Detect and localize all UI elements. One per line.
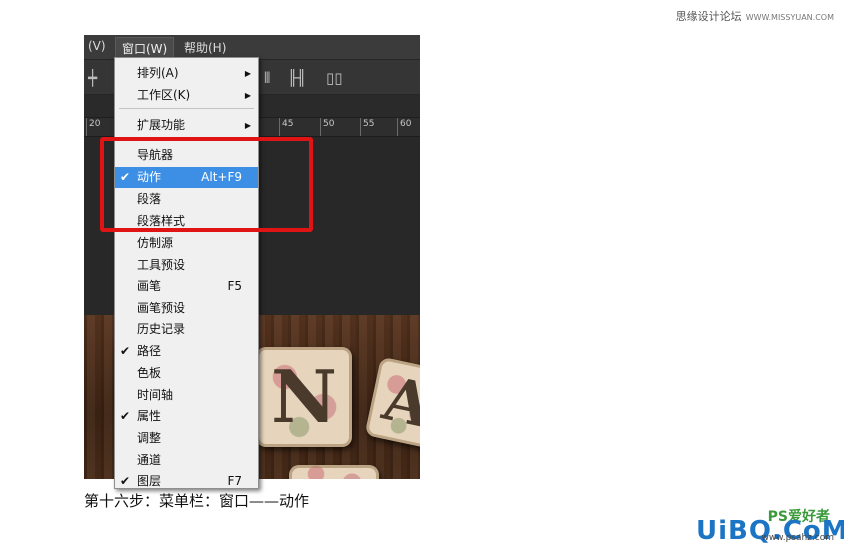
watermark-site-name: 思缘设计论坛: [675, 10, 742, 23]
check-icon: ✔: [120, 409, 131, 423]
shortcut-label: F7: [227, 474, 242, 488]
menu-item-adjustments[interactable]: 调整: [115, 428, 258, 449]
submenu-arrow-icon: ▶: [244, 121, 251, 130]
watermark-site-url: www.psahz.com: [761, 533, 834, 543]
menu-help[interactable]: 帮助(H): [184, 39, 226, 56]
ruler-tick: 55: [360, 118, 374, 136]
watermark-url: WWW.MISSYUAN.COM: [745, 13, 834, 22]
letter-tile-a: A: [364, 356, 420, 450]
menu-item-tool-presets[interactable]: 工具预设: [115, 255, 258, 276]
menu-item-history[interactable]: 历史记录: [115, 319, 258, 340]
menu-item-workspace[interactable]: 工作区(K) ▶: [115, 85, 258, 106]
ruler-tick: 50: [320, 118, 334, 136]
menu-view[interactable]: (V): [88, 39, 106, 53]
align-center-icon[interactable]: ┿: [88, 69, 97, 87]
menu-item-timeline[interactable]: 时间轴: [115, 385, 258, 406]
menu-item-brush-presets[interactable]: 画笔预设: [115, 298, 258, 319]
menu-item-paths[interactable]: ✔ 路径: [115, 341, 258, 362]
distribute-icon[interactable]: ⫴: [264, 69, 270, 87]
letter-tile-n: N: [256, 347, 352, 447]
submenu-arrow-icon: ▶: [244, 91, 251, 100]
menu-item-channels[interactable]: 通道: [115, 450, 258, 471]
menu-item-clone-source[interactable]: 仿制源: [115, 233, 258, 254]
distribute-vertical-icon[interactable]: ▯▯: [326, 69, 343, 87]
check-icon: ✔: [120, 474, 131, 488]
menu-item-properties[interactable]: ✔ 属性: [115, 406, 258, 427]
ruler-tick: 45: [279, 118, 293, 136]
menu-item-arrange[interactable]: 排列(A) ▶: [115, 63, 258, 84]
letter-tile-bottom: [289, 465, 379, 479]
submenu-arrow-icon: ▶: [244, 69, 251, 78]
align-horizontal-icon[interactable]: ╟╢: [288, 69, 306, 87]
menu-separator: [119, 108, 254, 109]
watermark-top: 思缘设计论坛 WWW.MISSYUAN.COM: [676, 8, 834, 24]
window-menu-dropdown: 排列(A) ▶ 工作区(K) ▶ 扩展功能 ▶ 导航器 ✔ 动作 Alt+F9 …: [114, 57, 259, 489]
menu-item-brush[interactable]: 画笔 F5: [115, 276, 258, 297]
step-caption: 第十六步：菜单栏：窗口——动作: [84, 492, 310, 510]
menu-item-extensions[interactable]: 扩展功能 ▶: [115, 115, 258, 136]
menu-item-swatches[interactable]: 色板: [115, 363, 258, 384]
shortcut-label: F5: [227, 279, 242, 293]
check-icon: ✔: [120, 344, 131, 358]
ruler-tick: 60: [397, 118, 411, 136]
ruler-tick: 20: [86, 118, 100, 136]
watermark-bottom: PS爱好者 UiBQ.CoM www.psahz.com: [696, 506, 844, 546]
highlight-annotation-box: [100, 137, 313, 232]
menu-item-layers[interactable]: ✔ 图层 F7: [115, 471, 258, 488]
